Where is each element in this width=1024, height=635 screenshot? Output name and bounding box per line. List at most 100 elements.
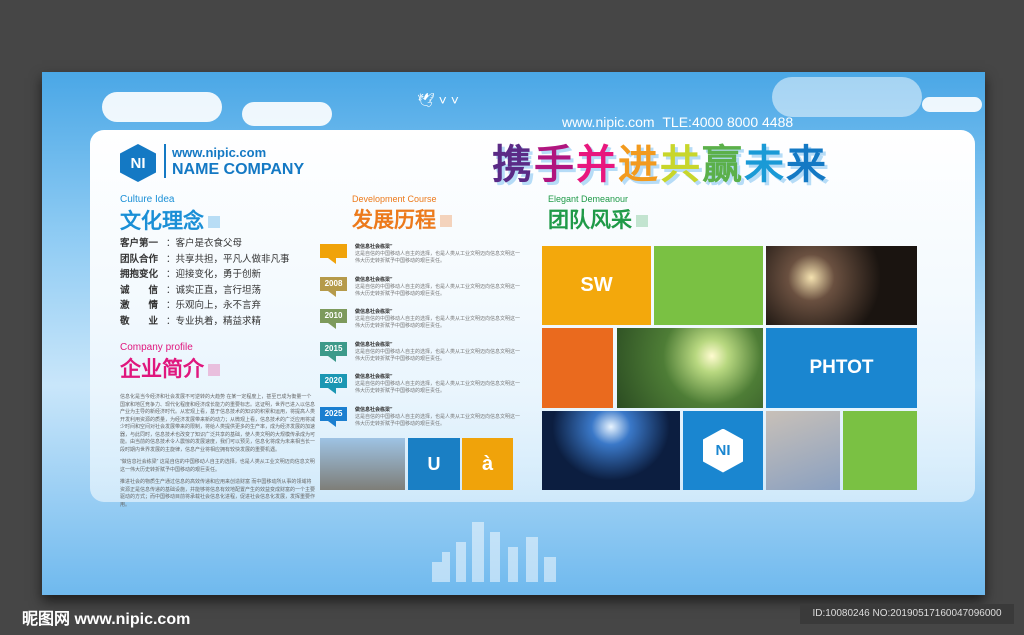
contact-line: www.nipic.com TLE:4000 8000 4488 — [562, 114, 794, 130]
culture-item: 拥抱变化 ：迎接变化，勇于创新 — [120, 267, 290, 283]
timeline-head: 做信息社会栋梁” — [355, 406, 393, 413]
year-tag: 2020 — [320, 374, 347, 394]
slogan-char: 赢 — [702, 143, 744, 187]
culture-value: ：专业执着，精益求精 — [166, 315, 262, 327]
cloud — [922, 97, 982, 112]
slogan-char: 来 — [786, 143, 828, 187]
timeline-item: 2008 做信息社会栋梁” 这是自信的中国移动人自主的选择，也是人类从工业文明迈向信… — [320, 276, 520, 310]
culture-item: 诚 信 ：诚实正直，言行坦荡 — [120, 283, 290, 299]
timeline-text: 做信息社会栋梁” 这是自信的中国移动人自主的选择，也是人类从工业文明迈向信息文明这… — [355, 309, 520, 330]
sw-tile: SW — [542, 246, 651, 325]
culture-list: 客户第一 ：客户是衣食父母 团队合作 ：共享共担，平凡人做非凡事 拥抱变化 ：迎接变化，勇… — [120, 236, 290, 329]
paragraph: 推进社会的物质生产通过信息的高效传递和应用来创造财富 而中国移动所从事的领域将资… — [120, 479, 316, 508]
green-tile — [654, 246, 763, 325]
team-heading: Elegant Demeanour 团队风采 — [548, 194, 648, 234]
culture-title: 文化理念 — [120, 205, 220, 235]
brand-name: NAME COMPANY — [172, 161, 305, 178]
green-tile — [843, 411, 917, 490]
culture-key: 激 情 — [120, 300, 159, 311]
brand-url: www.nipic.com — [172, 145, 267, 160]
slogan-char: 手 — [534, 143, 576, 187]
timeline-body: 这是自信的中国移动人自主的选择，也是人类从工业文明迈向信息文明这一伟大历史转折赋… — [355, 381, 521, 394]
timeline-text: 做信息社会栋梁” 这是自信的中国移动人自主的选择，也是人类从工业文明迈向信息文明这… — [355, 374, 520, 395]
timeline-body: 这是自信的中国移动人自主的选择，也是人类从工业文明迈向信息文明这一伟大历史转折赋… — [355, 348, 521, 362]
timeline-item: 2025 做信息社会栋梁” 这是自信的中国移动人自主的选择，也是人类从工业文明迈向信… — [320, 406, 520, 440]
timeline-item: 做信息社会栋梁” 这是自信的中国移动人自主的选择，也是人类从工业文明迈向信息文明这… — [320, 244, 520, 277]
culture-item: 敬 业 ：专业执着，精益求精 — [120, 314, 290, 330]
paragraph: “做信息社会栋梁” 这是自信的中国移动人自主的选择，也是人类从工业文明迈向信息文… — [120, 459, 315, 473]
year-tag: 2008 — [320, 276, 347, 297]
u-tile: U — [408, 438, 460, 490]
timeline-head: 做信息社会栋梁” — [355, 244, 393, 250]
timeline-item: 2015 做信息社会栋梁” 这是自信的中国移动人自主的选择，也是人类从工业文明迈向信… — [320, 341, 520, 375]
space-photo — [766, 246, 917, 325]
profile-heading: Company profile 企业简介 — [120, 342, 220, 383]
timeline-head: 做信息社会栋梁” — [355, 341, 393, 348]
development-heading: Development Course 发展历程 — [352, 194, 452, 234]
culture-key: 拥抱变化 — [120, 269, 159, 280]
culture-value: ：乐观向上，永不言弃 — [166, 300, 262, 311]
paragraph: 信息化是当今经济和社会发展不可逆转的大趋势 在某一定程度上，甚至已成为衡量一个国… — [120, 394, 316, 453]
year-tag: 2025 — [320, 406, 347, 427]
culture-item: 团队合作 ：共享共担，平凡人做非凡事 — [120, 252, 290, 268]
timeline-body: 这是自信的中国移动人自主的选择，也是人类从工业文明迈向信息文明这一伟大历史转折赋… — [355, 283, 521, 297]
logo-tile: NI — [683, 411, 763, 490]
watermark-id: ID:10080246 NO:20190517160047096000 — [800, 604, 1014, 624]
worker-photo — [766, 411, 840, 490]
culture-heading: Culture Idea 文化理念 — [120, 194, 220, 235]
culture-en: Culture Idea — [120, 194, 175, 205]
culture-key: 客户第一 — [120, 238, 159, 249]
timeline-text: 做信息社会栋梁” 这是自信的中国移动人自主的选择，也是人类从工业文明迈向信息文明这… — [355, 277, 520, 298]
culture-value: ：客户是衣食父母 — [166, 238, 243, 249]
slogan: 携手并进 共赢未来 — [492, 132, 828, 190]
forest-photo — [617, 328, 763, 408]
timeline-head: 做信息社会栋梁” — [355, 276, 393, 283]
a-tile: à — [462, 438, 513, 490]
timeline-head: 做信息社会栋梁” — [355, 309, 393, 315]
culture-key: 团队合作 — [120, 253, 159, 265]
logo-icon: NI — [703, 428, 743, 473]
poster: 🕊 ˅ ˅ www.nipic.com TLE:4000 8000 4488 携… — [42, 72, 985, 595]
cloud — [242, 102, 332, 126]
culture-key: 诚 信 — [120, 284, 159, 296]
city-photo — [320, 438, 405, 490]
slogan-char: 携 — [492, 143, 534, 187]
skyline-graphic — [432, 522, 556, 582]
orange-tile — [542, 328, 613, 408]
earth-photo — [542, 411, 680, 490]
culture-value: ：共享共担，平凡人做非凡事 — [166, 253, 290, 265]
timeline-body: 这是自信的中国移动人自主的选择，也是人类从工业文明迈向信息文明这一伟大历史转折赋… — [355, 413, 521, 427]
timeline-body: 这是自信的中国移动人自主的选择，也是人类从工业文明迈向信息文明这一伟大历史转折赋… — [355, 316, 521, 329]
year-tag — [320, 244, 347, 264]
culture-item: 客户第一 ：客户是衣食父母 — [120, 236, 290, 252]
development-en: Development Course — [352, 194, 437, 204]
culture-value: ：诚实正直，言行坦荡 — [166, 284, 262, 296]
profile-en: Company profile — [120, 342, 193, 353]
year-tag: 2010 — [320, 309, 347, 329]
slogan-char: 并 — [576, 143, 618, 187]
cloud — [102, 92, 222, 122]
profile-title: 企业简介 — [120, 353, 220, 383]
development-title: 发展历程 — [352, 204, 452, 234]
brand-block: www.nipic.com NAME COMPANY — [164, 144, 304, 178]
timeline-item: 2020 做信息社会栋梁” 这是自信的中国移动人自主的选择，也是人类从工业文明迈向信… — [320, 374, 520, 407]
birds-icon: 🕊 ˅ ˅ — [417, 92, 459, 108]
timeline-item: 2010 做信息社会栋梁” 这是自信的中国移动人自主的选择，也是人类从工业文明迈向信… — [320, 309, 520, 342]
timeline-body: 这是自信的中国移动人自主的选择，也是人类从工业文明迈向信息文明这一伟大历史转折赋… — [355, 251, 521, 264]
timeline-text: 做信息社会栋梁” 这是自信的中国移动人自主的选择，也是人类从工业文明迈向信息文明这… — [355, 407, 520, 428]
culture-key: 敬 业 — [120, 315, 159, 327]
slogan-char: 进 — [618, 143, 660, 187]
slogan-char: 共 — [660, 143, 702, 187]
team-title: 团队风采 — [548, 204, 648, 234]
phtot-tile: PHTOT — [766, 328, 917, 408]
timeline-text: 做信息社会栋梁” 这是自信的中国移动人自主的选择，也是人类从工业文明迈向信息文明这… — [355, 244, 520, 265]
slogan-char: 未 — [744, 143, 786, 187]
culture-value: ：迎接变化，勇于创新 — [166, 269, 262, 280]
timeline: 做信息社会栋梁” 这是自信的中国移动人自主的选择，也是人类从工业文明迈向信息文明这… — [320, 244, 520, 439]
culture-item: 激 情 ：乐观向上，永不言弃 — [120, 298, 290, 314]
year-tag: 2015 — [320, 341, 347, 362]
timeline-text: 做信息社会栋梁” 这是自信的中国移动人自主的选择，也是人类从工业文明迈向信息文明这… — [355, 342, 520, 363]
team-en: Elegant Demeanour — [548, 194, 629, 204]
timeline-head: 做信息社会栋梁” — [355, 374, 393, 380]
cloud — [772, 77, 922, 117]
